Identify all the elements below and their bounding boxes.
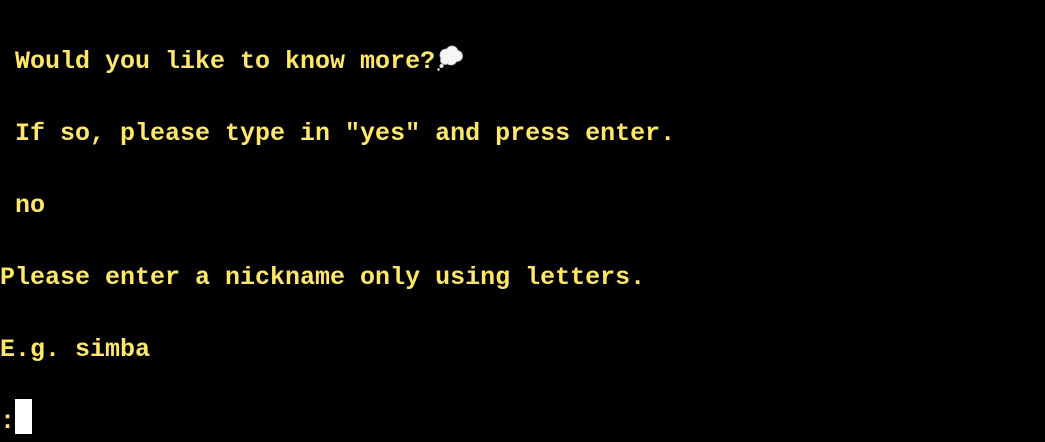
terminal-window[interactable]: Would you like to know more? If so, plea… <box>0 0 1045 439</box>
terminal-line-question: Would you like to know more? <box>0 44 464 77</box>
text-cursor[interactable] <box>15 399 33 434</box>
question-text: Would you like to know more? <box>0 47 436 76</box>
input-prompt: : <box>0 407 16 436</box>
terminal-line-user-input: no <box>0 191 46 220</box>
terminal-line-instruction: If so, please type in "yes" and press en… <box>0 119 676 148</box>
thought-balloon-icon <box>436 44 464 72</box>
terminal-line-example: E.g. simba <box>0 335 151 364</box>
terminal-input-line[interactable]: : <box>0 399 33 437</box>
terminal-line-nickname-prompt: Please enter a nickname only using lette… <box>0 263 646 292</box>
